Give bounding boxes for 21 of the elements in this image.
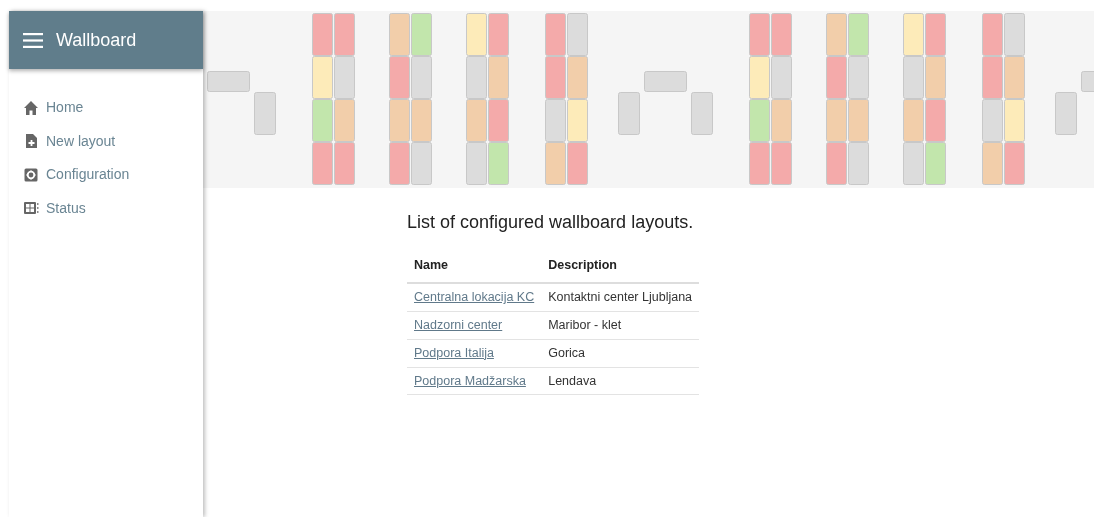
menu-icon[interactable] bbox=[23, 31, 43, 49]
table-cell: Maribor - klet bbox=[541, 311, 700, 340]
layout-link[interactable]: Podpora Italija bbox=[414, 345, 494, 360]
layout-link[interactable]: Centralna lokacija KC bbox=[414, 290, 535, 305]
gear-icon bbox=[23, 166, 39, 183]
table-cell: Kontaktni center Ljubljana bbox=[541, 283, 700, 312]
sidebar-item[interactable]: Status bbox=[9, 191, 203, 225]
sidebar-item[interactable]: Configuration bbox=[9, 158, 203, 192]
page-heading: List of configured wallboard layouts. bbox=[407, 212, 695, 234]
column-header: Name bbox=[407, 251, 542, 284]
column-header: Description bbox=[541, 251, 700, 284]
file-plus-icon bbox=[23, 133, 39, 150]
app-title: Wallboard bbox=[56, 28, 137, 52]
layout-link[interactable]: Nadzorni center bbox=[414, 318, 503, 333]
sidebar-item[interactable]: Home bbox=[9, 91, 203, 125]
sidebar-item[interactable]: New layout bbox=[9, 124, 203, 158]
layout-link[interactable]: Podpora Madžarska bbox=[414, 373, 526, 388]
dashboard-icon bbox=[23, 200, 39, 217]
home-icon bbox=[23, 99, 39, 116]
table-cell: Lendava bbox=[541, 367, 700, 395]
table-cell: Gorica bbox=[541, 339, 700, 368]
